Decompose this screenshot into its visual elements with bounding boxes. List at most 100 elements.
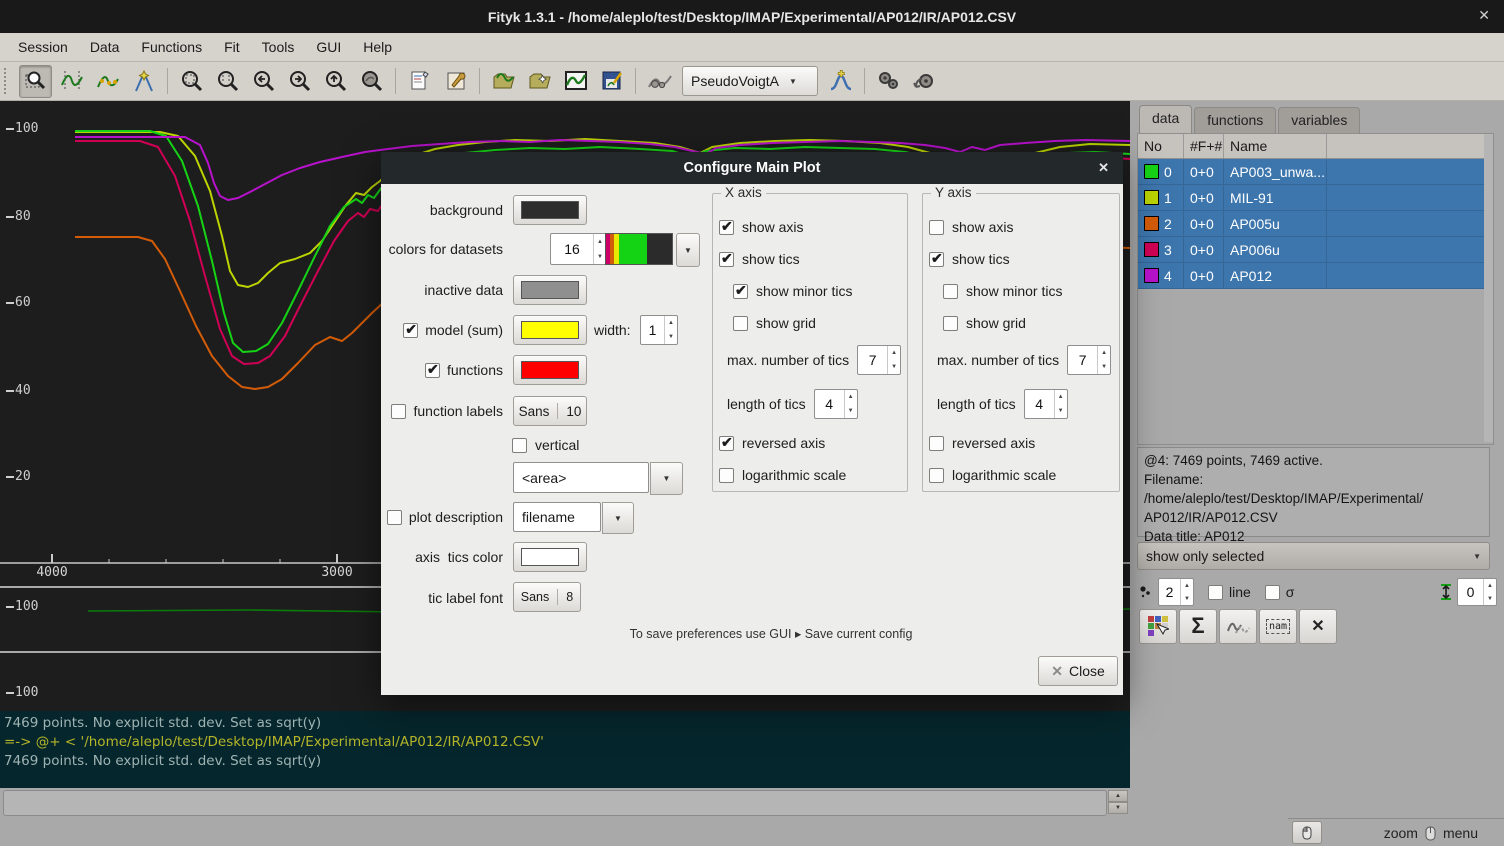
spin-up-icon[interactable]: ▲ xyxy=(1108,790,1128,802)
add-function-mode-button[interactable] xyxy=(127,65,160,98)
y-reversed-axis-checkbox[interactable] xyxy=(929,436,944,451)
menu-session[interactable]: Session xyxy=(8,36,78,58)
tab-variables[interactable]: variables xyxy=(1278,107,1360,133)
preferences-button[interactable] xyxy=(439,65,472,98)
menu-tools[interactable]: Tools xyxy=(252,36,305,58)
delete-dataset-button[interactable]: ✕ xyxy=(1299,609,1337,644)
dataset-palette-preview[interactable] xyxy=(605,233,673,265)
menu-data[interactable]: Data xyxy=(80,36,130,58)
zoom-all-button[interactable] xyxy=(175,65,208,98)
dataset-count-spinner[interactable]: 16▲▼ xyxy=(550,233,607,265)
add-peak-button[interactable] xyxy=(824,65,857,98)
column-header-f[interactable]: #F+# xyxy=(1184,134,1224,158)
sum-button[interactable]: Σ xyxy=(1179,609,1217,644)
open-file-button[interactable] xyxy=(487,65,520,98)
x-show-tics-checkbox[interactable] xyxy=(719,252,734,267)
plot-description-combobox[interactable]: filename xyxy=(513,502,601,532)
y-show-grid-checkbox[interactable] xyxy=(943,316,958,331)
zoom-left-button[interactable] xyxy=(247,65,280,98)
model-checkbox[interactable] xyxy=(403,323,418,338)
dialog-title-bar[interactable]: Configure Main Plot ✕ xyxy=(381,152,1123,184)
inactive-color-button[interactable] xyxy=(513,275,587,305)
zoom-mode-button[interactable] xyxy=(19,65,52,98)
y-max-tics-spinner[interactable]: 7▲▼ xyxy=(1067,345,1111,375)
table-row[interactable]: 1 0+0 MIL-91 xyxy=(1138,185,1493,211)
x-show-grid-checkbox[interactable] xyxy=(733,316,748,331)
point-size-spinner[interactable]: 2▲▼ xyxy=(1158,578,1194,606)
menu-gui[interactable]: GUI xyxy=(306,36,351,58)
axis-tics-color-button[interactable] xyxy=(513,542,587,572)
functions-color-button[interactable] xyxy=(513,355,587,385)
x-max-tics-spinner[interactable]: 7▲▼ xyxy=(857,345,901,375)
model-color-button[interactable] xyxy=(513,315,587,345)
line-checkbox[interactable] xyxy=(1208,585,1223,600)
window-close-icon[interactable]: ✕ xyxy=(1478,7,1490,24)
menu-functions[interactable]: Functions xyxy=(131,36,212,58)
open-file-add-button[interactable] xyxy=(523,65,556,98)
close-button[interactable]: ✕ Close xyxy=(1038,656,1118,686)
save-script-button[interactable] xyxy=(595,65,628,98)
previous-zoom-button[interactable] xyxy=(355,65,388,98)
x-length-tics-spinner[interactable]: 4▲▼ xyxy=(814,389,858,419)
zoom-vertical-button[interactable] xyxy=(211,65,244,98)
data-range-mode-button[interactable] xyxy=(55,65,88,98)
sigma-checkbox[interactable] xyxy=(1265,585,1280,600)
x-show-minor-tics-checkbox[interactable] xyxy=(733,284,748,299)
table-row[interactable]: 0 0+0 AP003_unwa... xyxy=(1138,159,1493,185)
background-color-button[interactable] xyxy=(513,195,587,225)
menu-help[interactable]: Help xyxy=(353,36,402,58)
execute-script-button[interactable] xyxy=(559,65,592,98)
output-console[interactable]: 7469 points. No explicit std. dev. Set a… xyxy=(0,711,1130,788)
menu-fit[interactable]: Fit xyxy=(214,36,250,58)
function-labels-checkbox[interactable] xyxy=(391,404,406,419)
spin-down-icon[interactable]: ▼ xyxy=(1108,802,1128,814)
command-history-spinner[interactable]: ▲▼ xyxy=(1108,790,1128,814)
y-show-tics-checkbox[interactable] xyxy=(929,252,944,267)
y-show-minor-tics-checkbox[interactable] xyxy=(943,284,958,299)
vertical-checkbox[interactable] xyxy=(512,438,527,453)
tab-functions[interactable]: functions xyxy=(1194,107,1276,133)
add-peak-mode-button[interactable] xyxy=(91,65,124,98)
shift-spinner[interactable]: 0▲▼ xyxy=(1457,578,1497,606)
dataset-color-swatch[interactable] xyxy=(1144,216,1159,231)
width-spinner[interactable]: 1▲▼ xyxy=(640,315,678,345)
table-scrollbar[interactable] xyxy=(1484,134,1493,442)
tab-data[interactable]: data xyxy=(1139,105,1192,133)
zoom-right-button[interactable] xyxy=(283,65,316,98)
peak-type-combobox[interactable]: PseudoVoigtA ▼ xyxy=(682,66,818,96)
palette-dropdown-button[interactable]: ▼ xyxy=(676,233,700,267)
table-row[interactable]: 2 0+0 AP005u xyxy=(1138,211,1493,237)
column-header-name[interactable]: Name xyxy=(1224,134,1327,158)
tic-label-font-button[interactable]: Sans8 xyxy=(513,582,581,612)
copy-function-button[interactable] xyxy=(1219,609,1257,644)
column-header-no[interactable]: No xyxy=(1138,134,1184,158)
functions-checkbox[interactable] xyxy=(425,363,440,378)
mouse-config-button[interactable] xyxy=(1292,821,1322,844)
x-show-axis-checkbox[interactable] xyxy=(719,220,734,235)
y-show-axis-checkbox[interactable] xyxy=(929,220,944,235)
dataset-color-swatch[interactable] xyxy=(1144,164,1159,179)
label-format-dropdown-button[interactable]: ▼ xyxy=(650,462,683,495)
edit-script-button[interactable] xyxy=(403,65,436,98)
dialog-close-icon[interactable]: ✕ xyxy=(1098,160,1109,176)
plot-description-checkbox[interactable] xyxy=(387,510,402,525)
dataset-color-swatch[interactable] xyxy=(1144,190,1159,205)
rename-button[interactable]: nam xyxy=(1259,609,1297,644)
dataset-color-swatch[interactable] xyxy=(1144,268,1159,283)
fit-undo-button[interactable] xyxy=(908,65,941,98)
y-length-tics-spinner[interactable]: 4▲▼ xyxy=(1024,389,1068,419)
y-log-scale-checkbox[interactable] xyxy=(929,468,944,483)
x-log-scale-checkbox[interactable] xyxy=(719,468,734,483)
toolbar-grip[interactable] xyxy=(4,68,13,94)
x-reversed-axis-checkbox[interactable] xyxy=(719,436,734,451)
function-label-font-button[interactable]: Sans10 xyxy=(513,396,587,426)
fit-run-button[interactable] xyxy=(872,65,905,98)
data-transform-button[interactable] xyxy=(643,65,676,98)
show-filter-dropdown[interactable]: show only selected ▼ xyxy=(1137,542,1490,570)
table-row[interactable]: 3 0+0 AP006u xyxy=(1138,237,1493,263)
label-format-combobox[interactable]: <area> xyxy=(513,462,649,493)
command-input[interactable] xyxy=(3,790,1107,816)
plot-description-dropdown-button[interactable]: ▼ xyxy=(602,502,634,534)
zoom-up-button[interactable] xyxy=(319,65,352,98)
dataset-color-swatch[interactable] xyxy=(1144,242,1159,257)
